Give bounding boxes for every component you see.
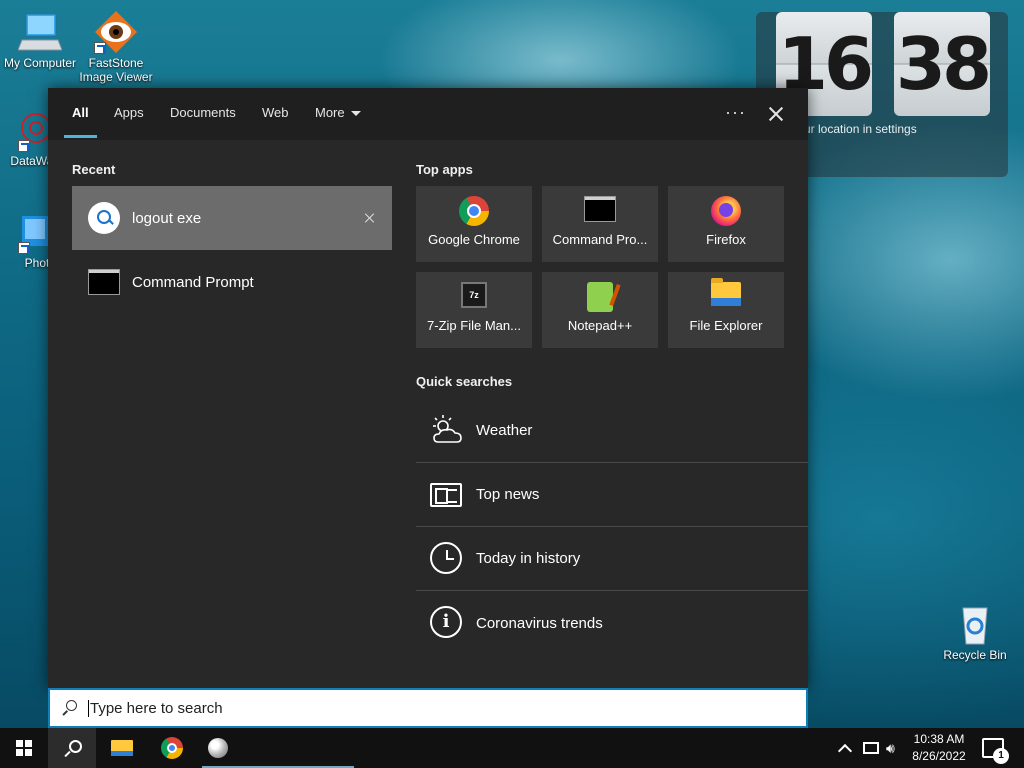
tab-more[interactable]: More: [315, 88, 361, 140]
quick-search-label: Today in history: [476, 550, 581, 567]
more-options-button[interactable]: ···: [725, 102, 746, 123]
app-tile-label: File Explorer: [689, 318, 763, 333]
desktop-icon-label: My Computer: [3, 56, 77, 70]
info-icon: i: [430, 606, 464, 640]
taskbar-app-orb[interactable]: [194, 728, 242, 768]
app-tile-label: 7-Zip File Man...: [427, 318, 521, 333]
desktop-icon-my-computer[interactable]: My Computer: [0, 10, 80, 70]
recent-item-logout-exe[interactable]: logout exe: [72, 186, 392, 250]
tab-web[interactable]: Web: [262, 88, 289, 140]
taskbar-date: 8/26/2022: [912, 749, 966, 763]
quick-search-today-in-history[interactable]: Today in history: [416, 527, 808, 591]
notification-count-badge: 1: [993, 748, 1009, 764]
recent-item-label: Command Prompt: [132, 273, 254, 291]
faststone-eye-icon: [94, 10, 138, 54]
search-icon: [88, 202, 120, 234]
tray-show-hidden-button[interactable]: [837, 728, 853, 768]
chevron-up-icon: [837, 743, 853, 759]
7zip-icon: 7z: [458, 282, 490, 314]
recent-item-label: logout exe: [132, 209, 202, 227]
quick-search-top-news[interactable]: Top news: [416, 463, 808, 527]
taskbar-search-button[interactable]: [48, 728, 96, 768]
app-orb-icon: [208, 738, 228, 758]
quick-search-label: Top news: [476, 486, 540, 503]
shortcut-arrow-icon: [94, 42, 106, 54]
recycle-bin-icon: [953, 602, 997, 646]
app-tile-7zip[interactable]: 7z 7-Zip File Man...: [416, 272, 532, 348]
tab-more-label: More: [315, 105, 345, 120]
app-tile-label: Google Chrome: [428, 232, 520, 247]
recent-title: Recent: [72, 162, 116, 177]
app-tile-label: Notepad++: [567, 318, 633, 333]
quick-search-label: Weather: [476, 422, 533, 439]
tab-apps[interactable]: Apps: [114, 88, 144, 140]
quick-searches-title: Quick searches: [416, 374, 513, 389]
tray-network-button[interactable]: [863, 728, 879, 768]
firefox-icon: [710, 196, 742, 228]
app-tile-firefox[interactable]: Firefox: [668, 186, 784, 262]
search-icon: [62, 700, 78, 716]
taskbar-time: 10:38 AM: [913, 732, 965, 746]
desktop-icon-label: Recycle Bin: [943, 648, 1007, 662]
windows-logo-icon: [16, 740, 32, 756]
quick-search-label: Coronavirus trends: [476, 614, 603, 632]
search-input[interactable]: [88, 699, 768, 717]
computer-icon: [17, 10, 63, 54]
chrome-icon: [161, 737, 183, 759]
remove-recent-button[interactable]: [358, 206, 382, 230]
top-apps-title: Top apps: [416, 162, 473, 177]
search-icon: [64, 740, 82, 756]
desktop-icon-recycle-bin[interactable]: Recycle Bin: [935, 602, 1015, 662]
weather-icon: [430, 414, 464, 448]
app-tile-file-explorer[interactable]: File Explorer: [668, 272, 784, 348]
tray-volume-button[interactable]: 🔊︎: [886, 728, 895, 768]
news-icon: [430, 478, 464, 512]
taskbar-file-explorer[interactable]: [98, 728, 146, 768]
recent-icon-wrap: [88, 266, 120, 298]
recent-item-command-prompt[interactable]: Command Prompt: [72, 250, 392, 314]
file-explorer-icon: [111, 740, 133, 756]
photo-app-icon: [4, 210, 48, 254]
close-button[interactable]: [764, 102, 788, 126]
shortcut-arrow-icon: [18, 140, 30, 152]
tab-all[interactable]: All: [64, 88, 97, 140]
taskbar-chrome[interactable]: [148, 728, 196, 768]
app-tile-notepad-plus-plus[interactable]: Notepad++: [542, 272, 658, 348]
tab-documents[interactable]: Documents: [170, 88, 236, 140]
command-prompt-icon: [88, 269, 120, 295]
caret-down-icon: [350, 111, 361, 117]
chrome-icon: [458, 196, 490, 228]
shortcut-arrow-icon: [18, 242, 30, 254]
search-tabs: All Apps Documents Web More ···: [48, 88, 808, 140]
app-tile-label: Firefox: [706, 232, 746, 247]
command-prompt-icon: [584, 196, 616, 228]
network-icon: [863, 742, 879, 754]
taskbar-clock[interactable]: 10:38 AM 8/26/2022: [906, 731, 972, 765]
app-tile-google-chrome[interactable]: Google Chrome: [416, 186, 532, 262]
quick-search-weather[interactable]: Weather: [416, 399, 808, 463]
volume-icon: 🔊︎: [886, 739, 895, 756]
file-explorer-icon: [710, 278, 742, 314]
clock-minute: 38: [894, 12, 992, 116]
app-tile-label: Command Pro...: [552, 232, 648, 247]
clock-location-hint: ur location in settings: [804, 122, 917, 136]
search-box[interactable]: [48, 688, 808, 728]
desktop-icon-label: FastStone Image Viewer: [79, 56, 153, 84]
datawag-icon: [4, 108, 51, 152]
recent-icon-wrap: [88, 202, 120, 234]
search-panel: All Apps Documents Web More ··· Recent l…: [48, 88, 808, 688]
desktop-icon-faststone[interactable]: FastStone Image Viewer: [76, 10, 156, 84]
quick-search-coronavirus-trends[interactable]: i Coronavirus trends: [416, 591, 808, 655]
start-button[interactable]: [0, 728, 48, 768]
notepad-plus-plus-icon: [584, 282, 616, 314]
clock-icon: [430, 541, 464, 576]
app-tile-command-prompt[interactable]: Command Pro...: [542, 186, 658, 262]
7zip-badge: 7z: [461, 282, 487, 308]
